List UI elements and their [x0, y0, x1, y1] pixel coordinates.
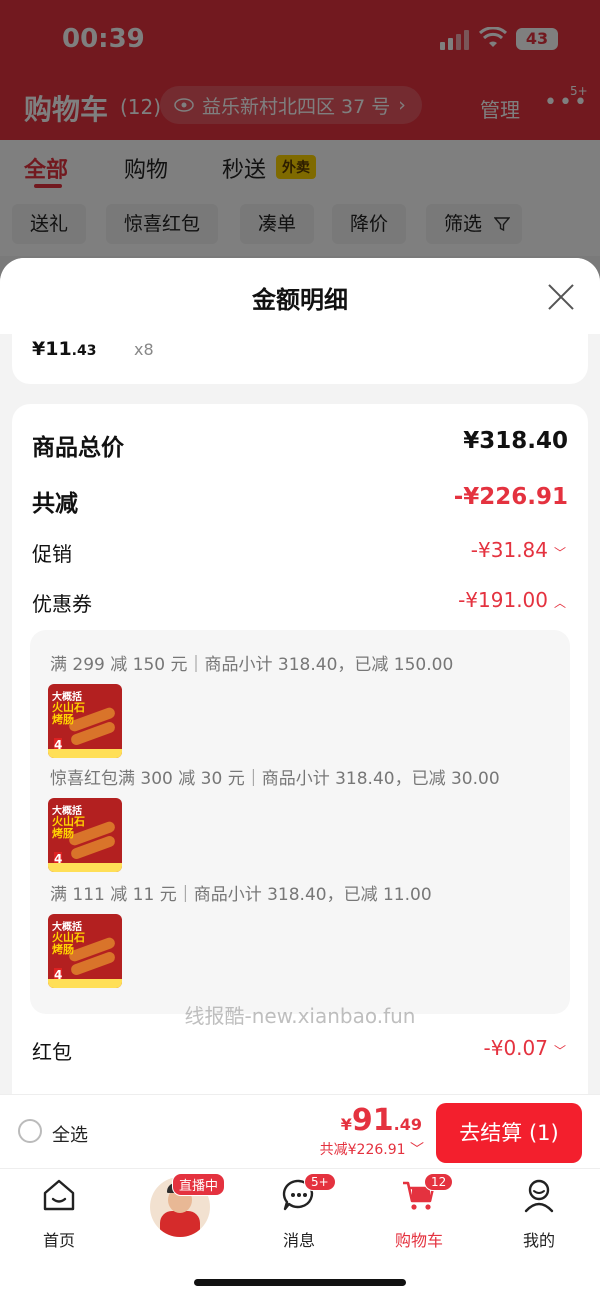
product-thumbnail: 大概括 火山石 烤肠 4 [48, 684, 122, 758]
item-price-integer: ¥11 [32, 338, 72, 360]
redpacket-label: 红包 [32, 1040, 72, 1064]
tab-home[interactable]: 首页 [14, 1177, 104, 1251]
row-total-discount: 共减 -¥226.91 [32, 484, 568, 524]
row-redpacket[interactable]: 红包 -¥0.07 ﹀ [32, 1036, 568, 1076]
price-decimal: .49 [393, 1115, 422, 1134]
thumb-footer-strip [48, 979, 122, 988]
sheet-title: 金额明细 [252, 286, 348, 314]
item-quantity: x8 [134, 340, 154, 359]
home-icon [43, 1179, 75, 1211]
thumb-product-name: 火山石 烤肠 [52, 815, 85, 840]
chevron-down-icon: ﹀ [553, 1044, 566, 1058]
tab-messages-label: 消息 [282, 1231, 315, 1250]
checkout-button[interactable]: 去结算 (1) [436, 1103, 582, 1163]
close-icon[interactable] [546, 282, 576, 312]
total-discount-value: -¥226.91 [453, 484, 568, 510]
goods-total-label: 商品总价 [32, 435, 124, 461]
item-price-decimal: .43 [71, 343, 97, 359]
chevron-down-icon: ﹀ [405, 1142, 424, 1158]
checkout-bar: 全选 ¥91.49 共减¥226.91 ﹀ 去结算 (1) [0, 1094, 600, 1168]
row-coupon[interactable]: 优惠券 -¥191.00 ︿ [32, 588, 568, 628]
product-thumbnail: 大概括 火山石 烤肠 4 [48, 914, 122, 988]
total-price: ¥91.49 [341, 1103, 422, 1138]
sheet-header: 金额明细 [0, 258, 600, 334]
product-thumbnail: 大概括 火山石 烤肠 4 [48, 798, 122, 872]
total-discount-label: 共减 [32, 491, 78, 517]
total-saved[interactable]: 共减¥226.91 ﹀ [320, 1139, 424, 1159]
row-promotion[interactable]: 促销 -¥31.84 ﹀ [32, 538, 568, 578]
tab-mine-label: 我的 [522, 1231, 555, 1250]
tab-cart-label: 购物车 [394, 1231, 443, 1250]
home-indicator [194, 1279, 406, 1286]
chevron-down-icon: ﹀ [553, 546, 566, 560]
thumb-footer-strip [48, 749, 122, 758]
currency-symbol: ¥ [340, 1115, 352, 1134]
bottom-tab-bar: 首页 直播中 消息 5+ 购物车 12 我的 [0, 1168, 600, 1298]
messages-badge: 5+ [304, 1173, 336, 1191]
coupon-label: 优惠券 [32, 592, 92, 616]
coupon-details: 满 299 减 150 元｜商品小计 318.40，已减 150.00 大概括 … [30, 630, 570, 1014]
coupon-detail-line: 满 111 减 11 元｜商品小计 318.40，已减 11.00 [50, 885, 432, 905]
select-all-label[interactable]: 全选 [52, 1121, 88, 1147]
watermark: 线报酷-new.xianbao.fun [184, 1004, 416, 1028]
row-goods-total: 商品总价 ¥318.40 [32, 428, 568, 468]
promotion-label: 促销 [32, 542, 72, 566]
select-all-radio[interactable] [18, 1119, 42, 1143]
thumb-product-name: 火山石 烤肠 [52, 701, 85, 726]
item-summary-card: ¥11.43 x8 [12, 334, 588, 384]
live-badge: 直播中 [172, 1173, 226, 1196]
thumb-product-name: 火山石 烤肠 [52, 931, 85, 956]
chevron-up-icon: ︿ [553, 596, 566, 610]
cart-badge: 12 [424, 1173, 454, 1191]
user-icon [524, 1179, 554, 1213]
thumb-footer-strip [48, 863, 122, 872]
goods-total-value: ¥318.40 [463, 428, 568, 454]
coupon-detail-line: 惊喜红包满 300 减 30 元｜商品小计 318.40，已减 30.00 [50, 769, 500, 789]
item-unit-price: ¥11.43 [32, 338, 96, 360]
total-saved-text: 共减¥226.91 [319, 1142, 406, 1158]
tab-home-label: 首页 [42, 1231, 75, 1250]
coupon-value: -¥191.00 [458, 588, 548, 612]
price-integer: 91 [351, 1103, 394, 1138]
tab-mine[interactable]: 我的 [494, 1177, 584, 1251]
coupon-detail-line: 满 299 减 150 元｜商品小计 318.40，已减 150.00 [50, 655, 454, 675]
